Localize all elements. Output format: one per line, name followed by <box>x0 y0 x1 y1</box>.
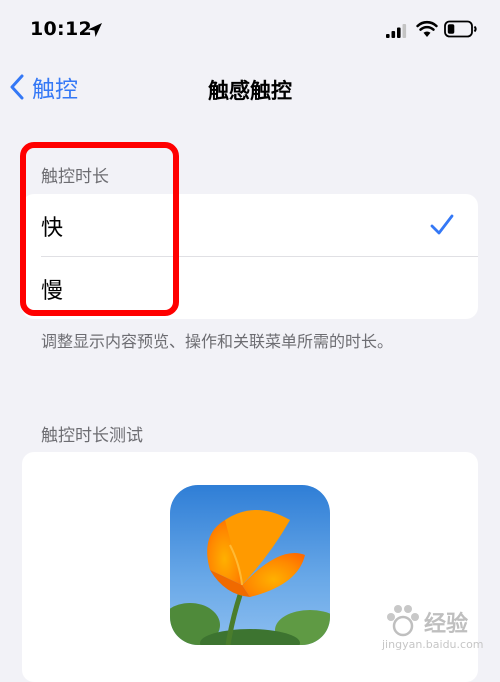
duration-options-group: 快 慢 <box>22 194 478 319</box>
option-slow[interactable]: 慢 <box>22 257 478 319</box>
status-time: 10:12 <box>30 18 92 40</box>
option-slow-label: 慢 <box>41 279 64 304</box>
flower-photo <box>170 485 330 645</box>
page-title: 触感触控 <box>208 79 292 103</box>
cellular-signal-icon <box>386 24 407 38</box>
status-bar: 10:12 <box>0 0 500 62</box>
option-fast-label: 快 <box>41 216 64 241</box>
location-arrow-icon <box>88 23 102 37</box>
section-header-duration: 触控时长 <box>41 167 109 187</box>
option-fast[interactable]: 快 <box>22 194 478 256</box>
wifi-icon <box>416 20 438 37</box>
checkmark-icon <box>430 214 454 235</box>
preview-image[interactable] <box>170 485 330 645</box>
navigation-bar: 触控 触感触控 <box>0 62 500 112</box>
paw-logo-icon <box>387 605 419 637</box>
section-header-test: 触控时长测试 <box>41 426 143 446</box>
watermark: 经验 jingyan.baidu.com <box>380 602 498 654</box>
watermark-url: jingyan.baidu.com <box>382 638 484 651</box>
battery-icon <box>444 20 477 38</box>
section-footer-duration: 调整显示内容预览、操作和关联菜单所需的时长。 <box>41 332 394 351</box>
watermark-text: 经验 <box>424 612 469 637</box>
